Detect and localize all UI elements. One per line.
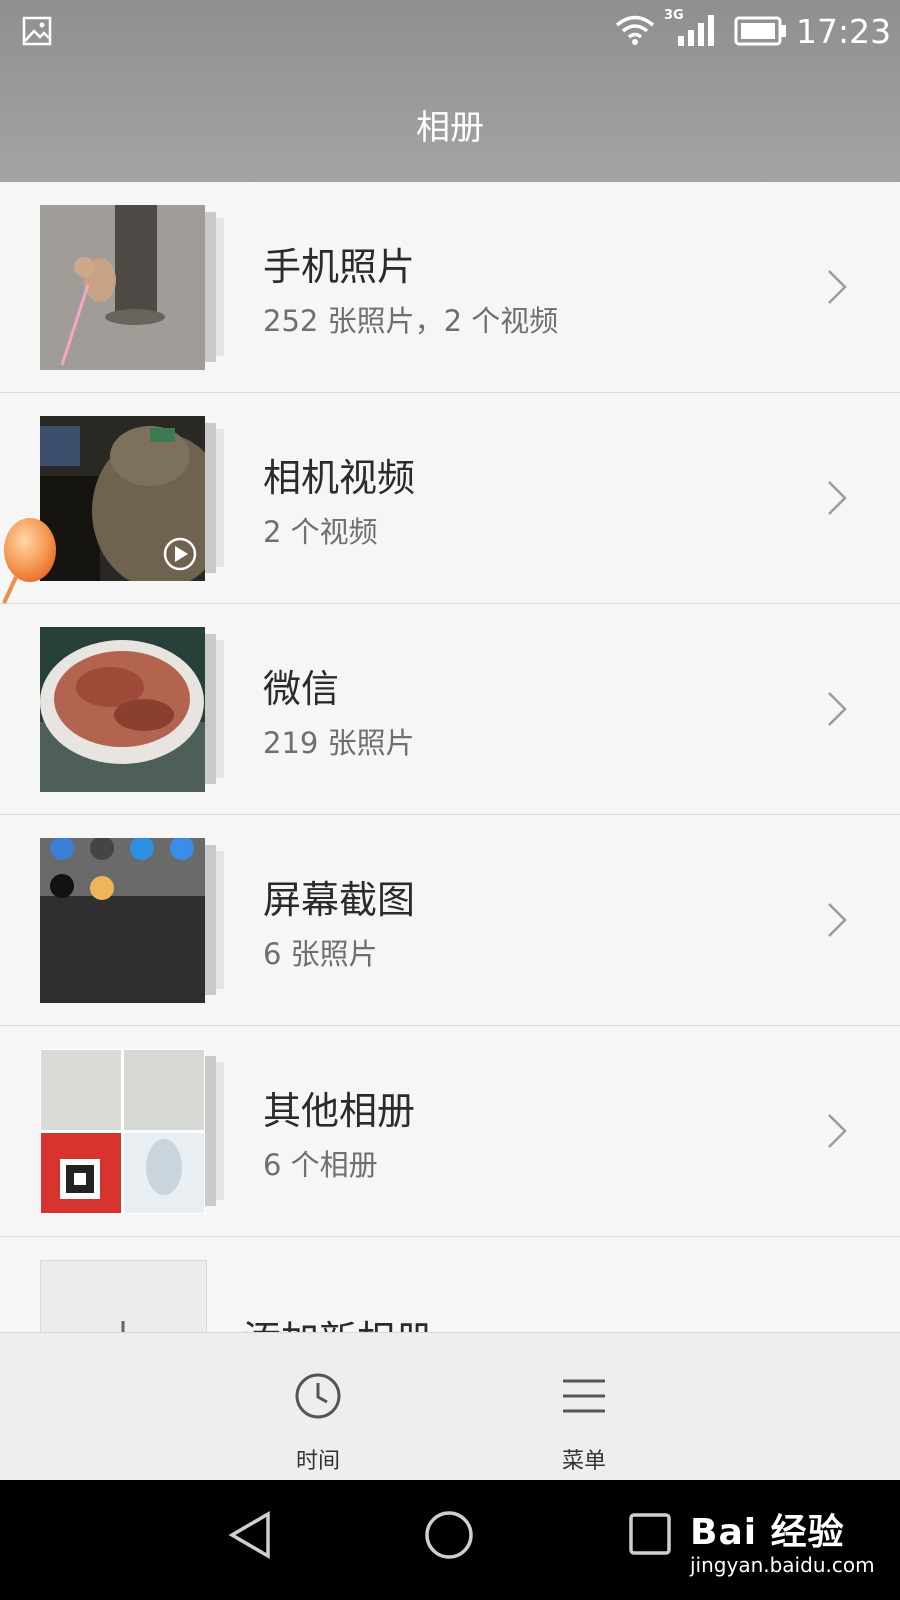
time-view-button[interactable]: 时间 — [258, 1333, 378, 1481]
floating-balloon-icon — [2, 518, 56, 604]
album-name: 手机照片 — [263, 245, 416, 289]
album-row-phone-photos[interactable]: 手机照片 252 张照片，2 个视频 — [0, 182, 900, 393]
chevron-right-icon — [828, 481, 847, 515]
chevron-right-icon — [828, 1114, 847, 1148]
back-icon[interactable] — [228, 1510, 272, 1560]
album-thumbnail — [40, 205, 205, 370]
menu-label: 菜单 — [561, 1449, 606, 1474]
menu-icon — [563, 1379, 605, 1413]
album-row-wechat[interactable]: 微信 219 张照片 — [0, 604, 900, 815]
album-row-screenshots[interactable]: 屏幕截图 6 张照片 — [0, 815, 900, 1026]
album-count: 6 张照片 — [263, 937, 378, 971]
watermark-logo: Bai 经验 — [690, 1512, 845, 1553]
thumb-stack-shadow — [204, 634, 216, 784]
thumb-stack-shadow — [204, 423, 216, 573]
status-clock: 17:23 — [796, 12, 892, 51]
wifi-icon — [615, 15, 655, 45]
menu-button[interactable]: 菜单 — [524, 1333, 644, 1481]
album-name: 微信 — [263, 667, 340, 711]
album-count: 252 张照片，2 个视频 — [263, 304, 559, 338]
watermark-url: jingyan.baidu.com — [690, 1553, 875, 1577]
album-thumbnail — [40, 416, 205, 581]
thumb-stack-shadow — [204, 845, 216, 995]
add-new-album-row[interactable]: 添加新相册 — [0, 1237, 900, 1332]
album-thumbnail — [40, 1049, 205, 1214]
home-icon[interactable] — [424, 1510, 474, 1560]
top-bar: 3G 17:23 相册 — [0, 0, 900, 182]
chevron-right-icon — [828, 270, 847, 304]
album-name: 添加新相册 — [243, 1309, 433, 1332]
status-bar: 3G 17:23 — [0, 0, 900, 64]
baidu-watermark: Bai 经验 jingyan.baidu.com — [690, 1503, 875, 1577]
chevron-right-icon — [828, 903, 847, 937]
album-list[interactable]: 手机照片 252 张照片，2 个视频 相机视频 2 个视频 微信 219 张照片… — [0, 182, 900, 1332]
album-count: 2 个视频 — [263, 515, 378, 549]
chevron-right-icon — [828, 692, 847, 726]
signal-icon — [678, 15, 714, 46]
album-name: 相机视频 — [263, 456, 416, 500]
battery-icon — [734, 16, 786, 46]
album-count: 6 个相册 — [263, 1148, 378, 1182]
clock-icon — [295, 1373, 341, 1419]
album-name: 其他相册 — [263, 1089, 416, 1133]
gallery-notification-icon — [22, 16, 52, 46]
album-thumbnail — [40, 627, 205, 792]
thumb-stack-shadow — [204, 1056, 216, 1206]
page-title: 相册 — [416, 108, 484, 148]
album-thumbnail — [40, 838, 205, 1003]
thumb-stack-shadow — [204, 212, 216, 362]
recent-apps-icon[interactable] — [628, 1512, 672, 1556]
album-row-other-albums[interactable]: 其他相册 6 个相册 — [0, 1026, 900, 1237]
album-row-camera-videos[interactable]: 相机视频 2 个视频 — [0, 393, 900, 604]
album-name: 屏幕截图 — [263, 878, 416, 922]
add-album-thumbnail — [40, 1260, 207, 1332]
plus-icon — [121, 1321, 125, 1332]
time-label: 时间 — [295, 1449, 340, 1474]
album-count: 219 张照片 — [263, 726, 415, 760]
bottom-toolbar: 时间 菜单 — [0, 1332, 900, 1481]
